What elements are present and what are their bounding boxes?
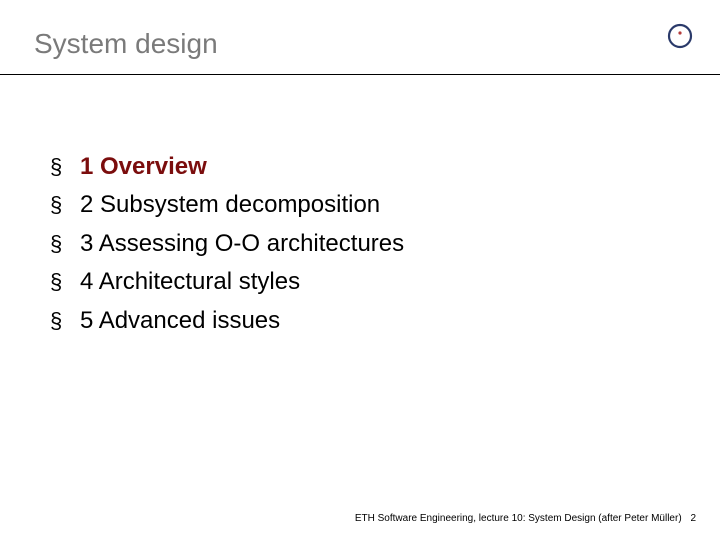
slide-footer: ETH Software Engineering, lecture 10: Sy…	[355, 513, 696, 524]
item-label: 4 Architectural styles	[80, 266, 300, 298]
footer-text: ETH Software Engineering, lecture 10: Sy…	[355, 513, 682, 524]
slide-title: System design	[34, 28, 686, 60]
bullet-icon: §	[50, 271, 66, 293]
slide-header: System design	[0, 0, 720, 74]
bullet-icon: §	[50, 194, 66, 216]
list-item: § 5 Advanced issues	[50, 305, 720, 337]
item-label: 2 Subsystem decomposition	[80, 189, 380, 221]
list-item: § 3 Assessing O-O architectures	[50, 228, 720, 260]
list-item: § 1 Overview	[50, 151, 720, 183]
logo-icon	[666, 22, 694, 55]
item-label: 3 Assessing O-O architectures	[80, 228, 404, 260]
bullet-icon: §	[50, 310, 66, 332]
item-label: 1 Overview	[80, 151, 207, 183]
list-item: § 2 Subsystem decomposition	[50, 189, 720, 221]
bullet-icon: §	[50, 233, 66, 255]
list-item: § 4 Architectural styles	[50, 266, 720, 298]
outline-list: § 1 Overview § 2 Subsystem decomposition…	[0, 75, 720, 337]
page-number: 2	[690, 513, 696, 524]
item-label: 5 Advanced issues	[80, 305, 280, 337]
bullet-icon: §	[50, 156, 66, 178]
